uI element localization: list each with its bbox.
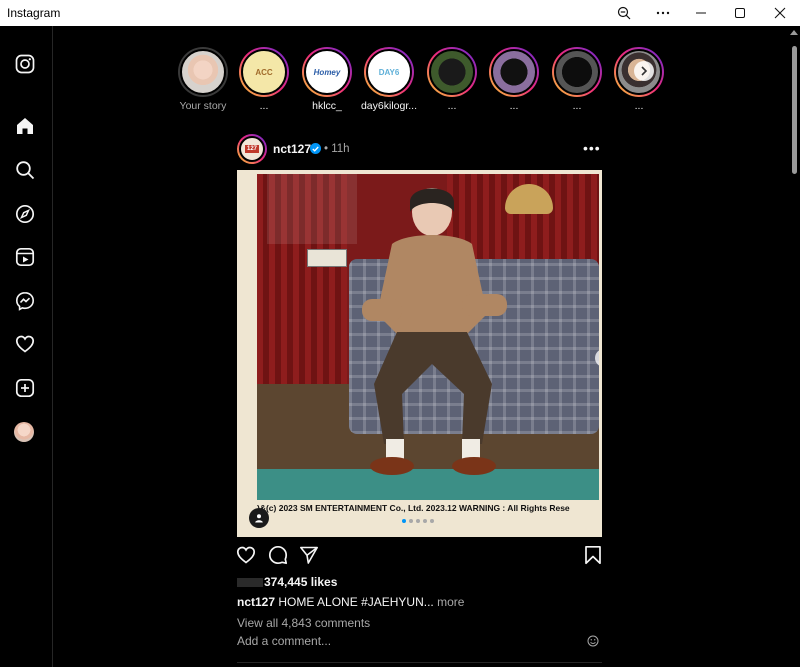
nct127-logo: 127 [244, 145, 259, 153]
story-avatar [491, 49, 537, 95]
redacted-block [237, 578, 263, 588]
post-caption: nct127 HOME ALONE #JAEHYUN... more [237, 595, 464, 609]
tagged-user-icon[interactable] [249, 508, 269, 528]
post-username[interactable]: nct127 [273, 142, 311, 156]
story-your-story[interactable]: Your story [178, 47, 228, 112]
post-divider [237, 662, 602, 663]
story-item[interactable]: ... [427, 47, 477, 112]
likes-count[interactable]: 374,445 likes [237, 575, 337, 589]
likes-count-text: 374,445 likes [264, 575, 338, 589]
zoom-out-icon[interactable] [604, 0, 644, 26]
story-avatar [429, 49, 475, 95]
emoji-icon[interactable] [587, 634, 599, 647]
story-item[interactable]: ... [489, 47, 539, 112]
instagram-logo-icon[interactable] [13, 52, 37, 76]
carousel-dot [409, 519, 413, 523]
share-send-icon[interactable] [298, 544, 320, 566]
post-author-avatar[interactable]: 127 [237, 134, 267, 164]
profile-avatar[interactable] [14, 422, 34, 442]
post-more-options-icon[interactable]: ••• [583, 140, 601, 156]
messenger-icon[interactable] [13, 289, 37, 313]
radio-prop [307, 249, 347, 267]
scrollbar[interactable] [788, 26, 800, 667]
search-icon[interactable] [13, 158, 37, 182]
heart-icon[interactable] [13, 332, 37, 356]
comment-bubble-icon[interactable] [267, 544, 289, 566]
story-ring [489, 47, 539, 97]
caption-text: HOME ALONE #JAEHYUN... [278, 595, 434, 609]
story-avatar: DAY6 [366, 49, 412, 95]
post-image[interactable]: )&(c) 2023 SM ENTERTAINMENT Co., Ltd. 20… [237, 170, 602, 537]
carousel-dot [423, 519, 427, 523]
story-item[interactable]: Homey hklcc_ [302, 47, 352, 112]
save-bookmark-icon[interactable] [582, 544, 604, 566]
story-ring: DAY6 [364, 47, 414, 97]
post-avatar-image: 127 [239, 136, 265, 162]
story-ring: Homey [302, 47, 352, 97]
story-ring [427, 47, 477, 97]
caption-username[interactable]: nct127 [237, 595, 275, 609]
story-avatar [180, 49, 226, 95]
story-ring [552, 47, 602, 97]
post-time-value: 11h [331, 143, 350, 155]
post-timestamp: • 11h [324, 143, 350, 155]
minimize-button[interactable] [681, 0, 721, 26]
image-copyright-text: )&(c) 2023 SM ENTERTAINMENT Co., Ltd. 20… [257, 503, 570, 513]
stories-next-chevron-icon[interactable] [634, 61, 654, 81]
carousel-dot [416, 519, 420, 523]
story-ring [178, 47, 228, 97]
home-icon[interactable] [13, 114, 37, 138]
view-all-comments-link[interactable]: View all 4,843 comments [237, 616, 370, 630]
window-blind [267, 174, 357, 244]
time-separator: • [324, 143, 329, 155]
verified-badge-icon [310, 143, 321, 154]
story-label: ... [634, 100, 644, 112]
compass-icon[interactable] [13, 202, 37, 226]
scroll-up-arrow-icon[interactable] [790, 30, 798, 35]
story-item[interactable]: DAY6 day6kilogr... [361, 47, 417, 112]
carousel-dot [430, 519, 434, 523]
plus-square-icon[interactable] [13, 376, 37, 400]
story-item[interactable]: ... [552, 47, 602, 112]
carousel-dot [402, 519, 406, 523]
caption-more-link[interactable]: more [437, 595, 464, 609]
story-avatar: ACC [241, 49, 287, 95]
reels-icon[interactable] [13, 245, 37, 269]
window-title: Instagram [7, 6, 61, 20]
sidebar [0, 26, 53, 667]
story-avatar [554, 49, 600, 95]
story-item[interactable]: ACC ... [239, 47, 289, 112]
scrollbar-thumb[interactable] [792, 46, 797, 174]
story-ring: ACC [239, 47, 289, 97]
close-button[interactable] [760, 0, 800, 26]
person-figure [362, 188, 507, 475]
carousel-dots [402, 519, 434, 523]
more-options-icon[interactable] [643, 0, 683, 26]
maximize-button[interactable] [720, 0, 760, 26]
window-titlebar: Instagram [0, 0, 800, 26]
post-photo [257, 174, 599, 500]
add-comment-input[interactable]: Add a comment... [237, 634, 331, 648]
story-avatar: Homey [304, 49, 350, 95]
like-heart-icon[interactable] [235, 544, 257, 566]
